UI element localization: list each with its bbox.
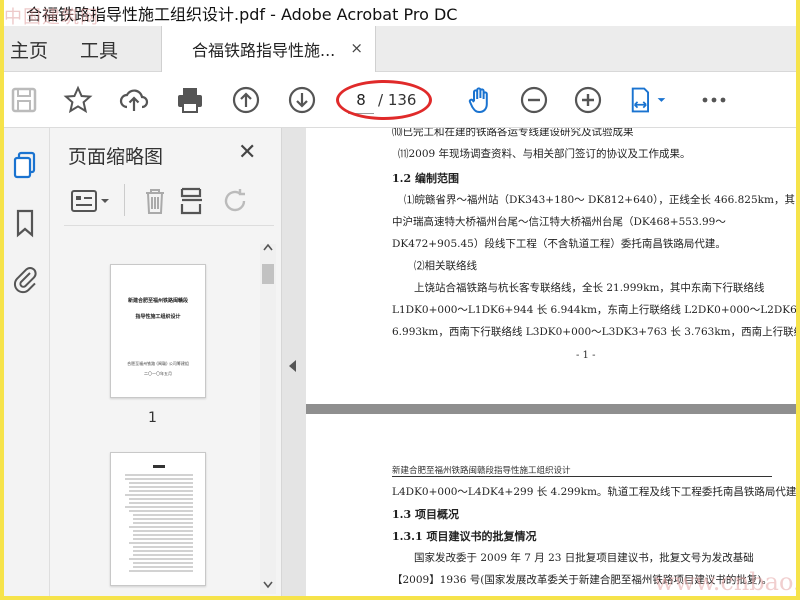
thumbnails-panel: 页面缩略图 ✕ 新建合肥至福州铁路闽赣段 指导性施工组织设计 合肥至福州铁路 (… (50, 128, 282, 596)
thumbnail-text: 新建合肥至福州铁路闽赣段 (127, 298, 188, 304)
doc-heading: 1.2 编制范围 (392, 172, 459, 185)
doc-line: 中沪瑞高速特大桥福州台尾～信江特大桥福州台尾（DK468+553.99～ (392, 216, 726, 228)
scroll-down-icon[interactable] (262, 580, 274, 590)
previous-page-icon[interactable] (230, 84, 262, 116)
acrobat-window: 中国建筑网 合福铁路指导性施工组织设计.pdf - Adobe Acrobat … (4, 0, 796, 596)
doc-line: 国家发改委于 2009 年 7 月 23 日批复项目建议书，批复文号为发改基础 (414, 552, 754, 564)
doc-line: DK472+905.45）段线下工程（不含轨道工程）委托南昌铁路局代建。 (392, 238, 726, 250)
menu-bar: 主页 工具 合福铁路指导性施... × (4, 26, 796, 72)
toolbar-divider (124, 184, 125, 216)
thumbnail-scrollbar[interactable] (260, 244, 276, 594)
thumbnail-page-number: 1 (148, 410, 157, 426)
close-tab-icon[interactable]: × (350, 39, 363, 57)
thumbnail-text: 二〇一〇年五月 (144, 371, 172, 376)
collapse-arrow-icon[interactable] (289, 360, 296, 372)
page-footer-number: - 1 - (576, 350, 596, 361)
thumbnail-scrollbar-thumb[interactable] (262, 264, 274, 284)
scroll-up-icon[interactable] (262, 242, 274, 252)
zoom-in-icon[interactable] (572, 84, 604, 116)
print-icon[interactable] (174, 84, 206, 116)
doc-line: L4DK0+000～L4DK4+299 长 4.299km。轨道工程及线下工程委… (392, 486, 796, 498)
doc-heading: 1.3 项目概况 (392, 508, 459, 521)
highlight-annotation-oval (336, 80, 432, 120)
close-panel-icon[interactable]: ✕ (238, 140, 256, 165)
title-bar: 中国建筑网 合福铁路指导性施工组织设计.pdf - Adobe Acrobat … (4, 0, 796, 28)
attachments-icon[interactable] (10, 264, 40, 294)
doc-line: L1DK0+000～L1DK6+944 长 6.944km，东南上行联络线 L2… (392, 304, 796, 316)
more-tools-icon[interactable] (698, 84, 730, 116)
thumbnails-toolbar (64, 178, 274, 226)
doc-line: ⑴皖赣省界～福州站（DK343+180～ DK812+640），正线全长 466… (404, 194, 795, 206)
thumbnail-page-1[interactable]: 新建合肥至福州铁路闽赣段 指导性施工组织设计 合肥至福州铁路 (闽赣) 公司筹建… (110, 264, 206, 398)
doc-line: ⑾2009 年现场调查资料、与相关部门签订的协议及工作成果。 (398, 148, 691, 160)
collapse-panel-strip[interactable] (282, 128, 306, 596)
cloud-upload-icon[interactable] (118, 84, 150, 116)
hand-tool-icon[interactable] (464, 84, 496, 116)
doc-line: 上饶站合福铁路与杭长客专联络线，全长 21.999km，其中东南下行联络线 (414, 282, 765, 294)
doc-line: 6.993km，西南下行联络线 L3DK0+000～L3DK3+763 长 3.… (392, 326, 796, 338)
thumbnail-options-icon[interactable] (70, 188, 114, 214)
page-thumbnails-icon[interactable] (10, 150, 40, 180)
save-icon[interactable] (8, 84, 40, 116)
thumbnail-text: 合肥至福州铁路 (闽赣) 公司筹建组 (127, 361, 189, 366)
rotate-page-icon[interactable] (222, 186, 250, 216)
thumbnail-list: 新建合肥至福州铁路闽赣段 指导性施工组织设计 合肥至福州铁路 (闽赣) 公司筹建… (60, 238, 260, 596)
document-tab-label: 合福铁路指导性施... (192, 41, 336, 60)
fit-page-dropdown-icon[interactable] (626, 84, 672, 116)
header-rule (392, 476, 772, 477)
thumbnail-text: 指导性施工组织设计 (135, 314, 181, 320)
toolbar: 8 / 136 (4, 72, 796, 128)
document-view[interactable]: ⑽已完工和在建的铁路各运专线建设研究及试验成果 ⑾2009 年现场调查资料、与相… (306, 128, 796, 596)
doc-line: ⑽已完工和在建的铁路各运专线建设研究及试验成果 (392, 128, 634, 138)
running-header: 新建合肥至福州铁路闽赣段指导性施工组织设计 (392, 466, 571, 476)
bottom-watermark: www.cnbao.com (654, 568, 796, 596)
thumbnail-toc-content (125, 465, 193, 572)
left-navigation-pane (4, 128, 50, 596)
doc-heading: 1.3.1 项目建议书的批复情况 (392, 530, 537, 543)
zoom-out-icon[interactable] (518, 84, 550, 116)
bookmarks-icon[interactable] (10, 208, 40, 238)
insert-page-icon[interactable] (178, 186, 206, 216)
delete-page-icon[interactable] (142, 186, 168, 216)
thumbnails-panel-title: 页面缩略图 (68, 146, 164, 168)
document-tab[interactable]: 合福铁路指导性施... × (161, 26, 376, 72)
bookmark-star-icon[interactable] (62, 84, 94, 116)
page-separator (306, 404, 796, 414)
thumbnail-page-2[interactable] (110, 452, 206, 586)
next-page-icon[interactable] (286, 84, 318, 116)
tools-menu[interactable]: 工具 (80, 36, 118, 63)
home-menu[interactable]: 主页 (10, 36, 48, 63)
doc-line: ⑵相关联络线 (414, 260, 477, 272)
pdf-page: ⑽已完工和在建的铁路各运专线建设研究及试验成果 ⑾2009 年现场调查资料、与相… (306, 128, 796, 404)
